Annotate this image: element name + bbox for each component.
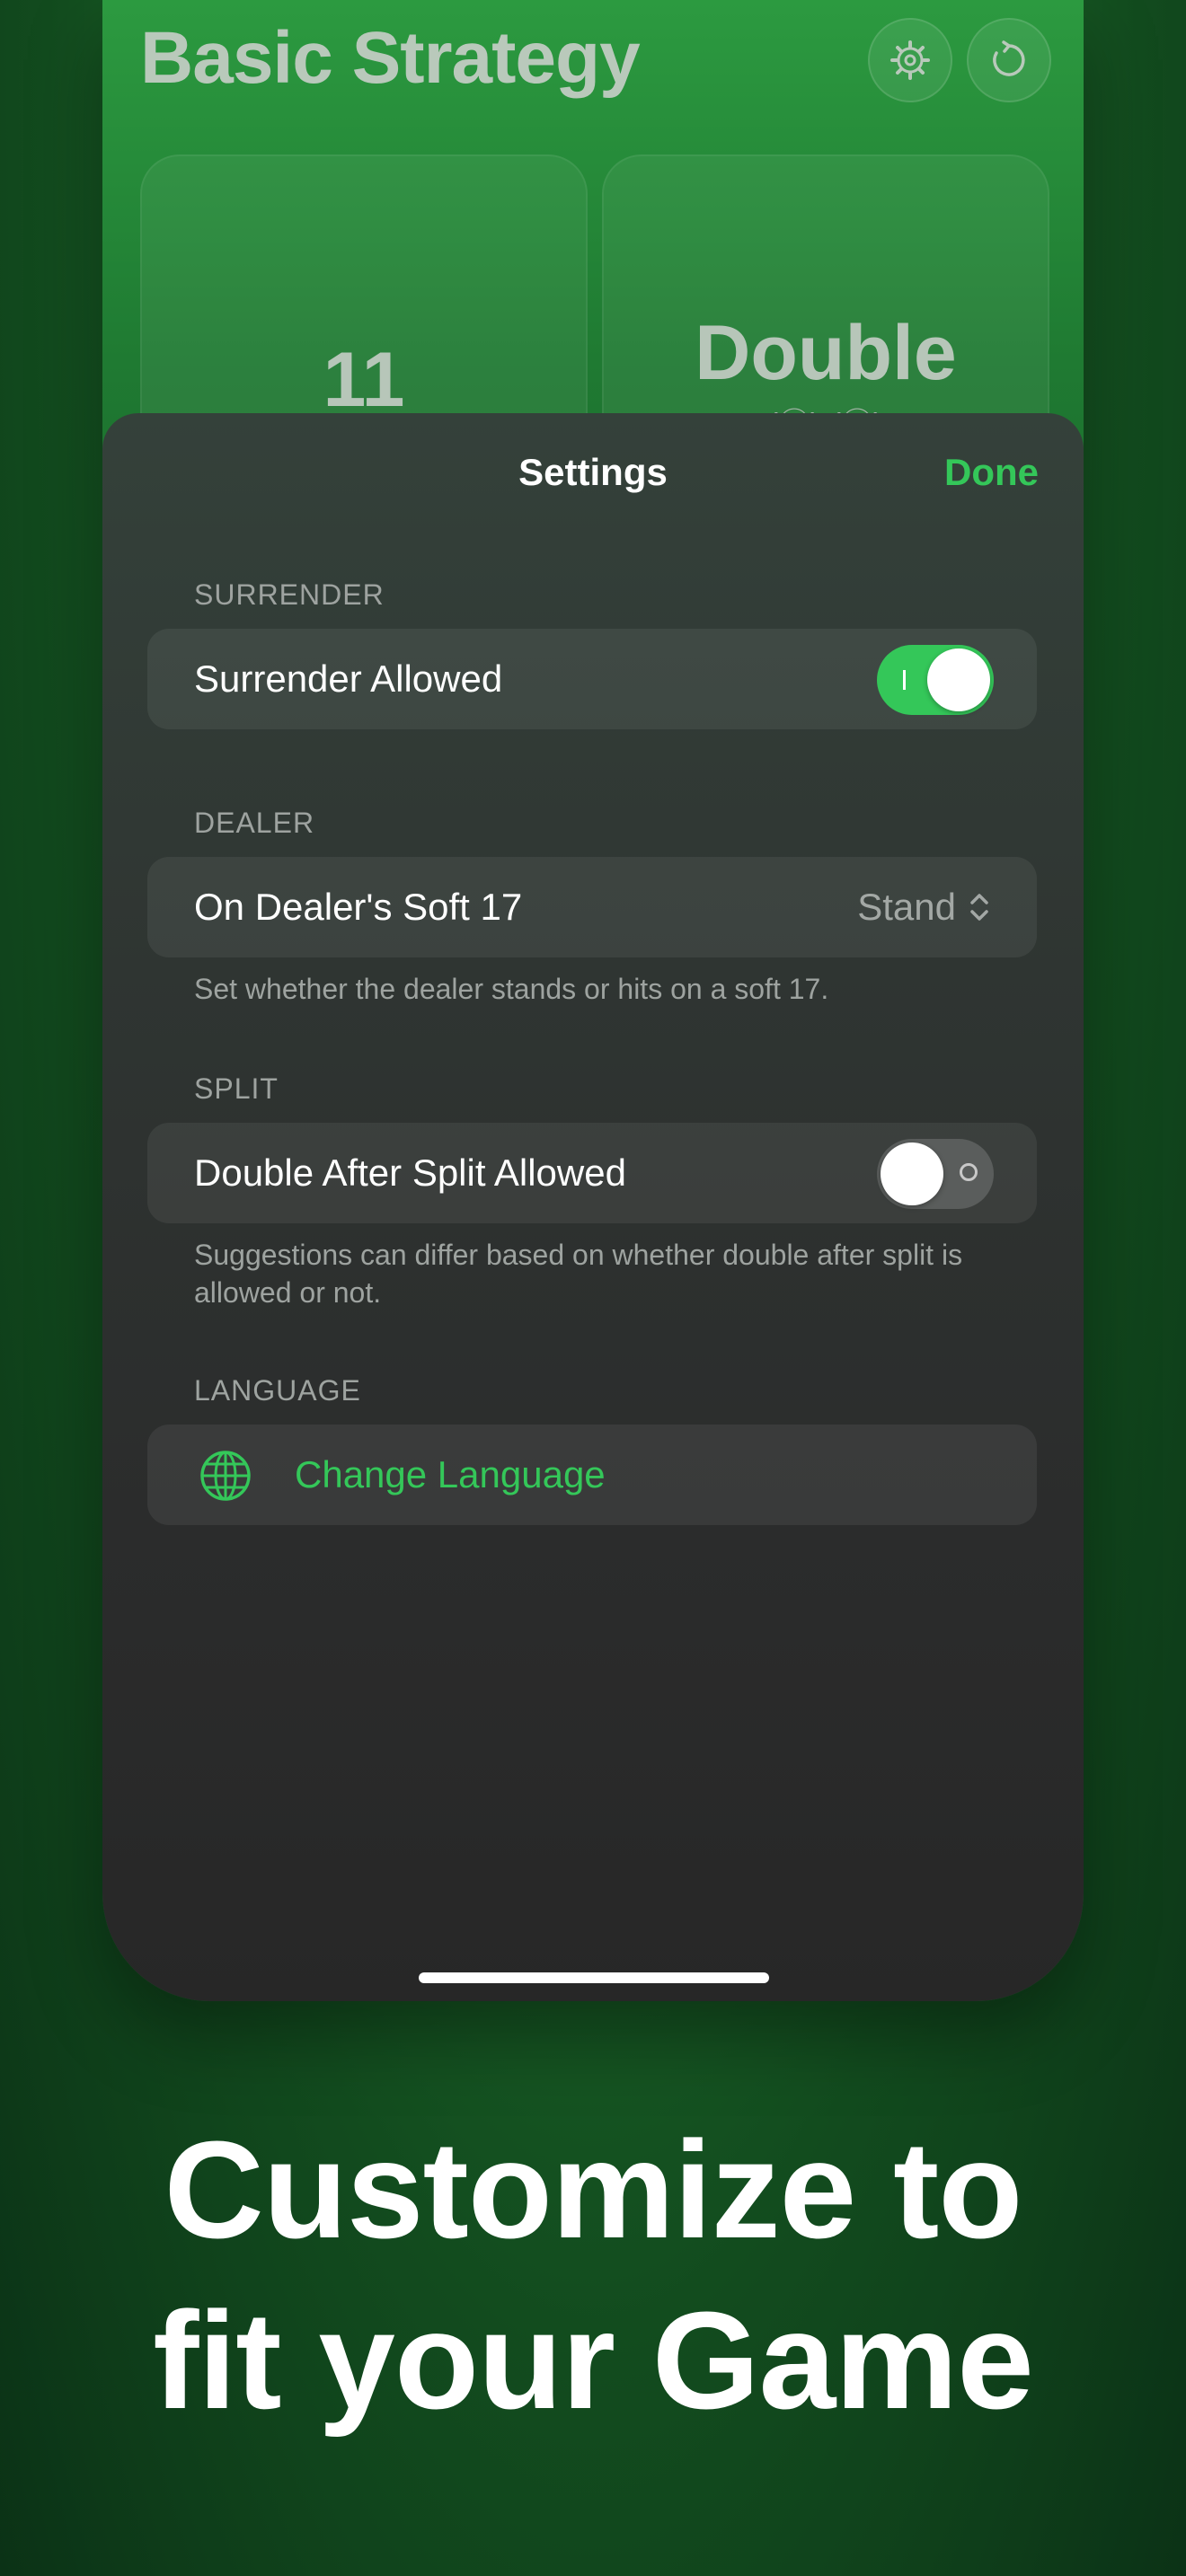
hand-total: 11 — [323, 337, 405, 423]
phone-screen: Basic Strategy 11 Double (Ⓓ) (Ⓗ) Setting… — [102, 0, 1084, 2001]
section-header-split: SPLIT — [194, 1072, 279, 1105]
dealer-footer: Set whether the dealer stands or hits on… — [194, 973, 829, 1005]
double-after-split-label: Double After Split Allowed — [194, 1151, 626, 1194]
app-title: Basic Strategy — [140, 17, 641, 99]
done-button[interactable]: Done — [944, 451, 1039, 494]
settings-button[interactable] — [868, 18, 952, 102]
dealer-soft17-row[interactable]: On Dealer's Soft 17 Stand — [147, 857, 1037, 957]
section-header-language: LANGUAGE — [194, 1374, 361, 1407]
change-language-row[interactable]: Change Language — [147, 1425, 1037, 1525]
toggle-knob — [881, 1142, 943, 1205]
change-language-label: Change Language — [295, 1453, 606, 1495]
section-header-surrender: SURRENDER — [194, 578, 385, 611]
split-footer: Suggestions can differ based on whether … — [194, 1239, 963, 1309]
toggle-knob — [927, 648, 990, 711]
double-after-split-toggle[interactable] — [877, 1139, 994, 1209]
reset-button[interactable] — [967, 18, 1051, 102]
surrender-toggle[interactable] — [877, 645, 994, 715]
settings-sheet: Settings Done SURRENDER Surrender Allowe… — [102, 413, 1084, 2001]
dealer-soft17-picker[interactable]: Stand — [857, 857, 990, 957]
surrender-label: Surrender Allowed — [194, 657, 503, 700]
dealer-soft17-value: Stand — [857, 886, 956, 928]
gear-icon — [890, 40, 930, 80]
tagline-line-2: fit your Game — [153, 2283, 1034, 2438]
settings-title: Settings — [518, 451, 668, 493]
toggle-off-mark — [960, 1163, 978, 1181]
home-indicator[interactable] — [419, 1972, 769, 1983]
tagline-line-1: Customize to — [164, 2113, 1023, 2267]
globe-icon — [200, 1451, 251, 1501]
toggle-on-mark — [903, 670, 906, 690]
section-header-dealer: DEALER — [194, 807, 315, 839]
reset-icon — [993, 40, 1025, 76]
surrender-row: Surrender Allowed — [147, 629, 1037, 729]
dealer-soft17-label: On Dealer's Soft 17 — [194, 886, 523, 928]
double-after-split-row: Double After Split Allowed — [147, 1123, 1037, 1223]
chevron-up-down-icon — [970, 894, 988, 921]
suggested-action: Double — [695, 310, 957, 396]
